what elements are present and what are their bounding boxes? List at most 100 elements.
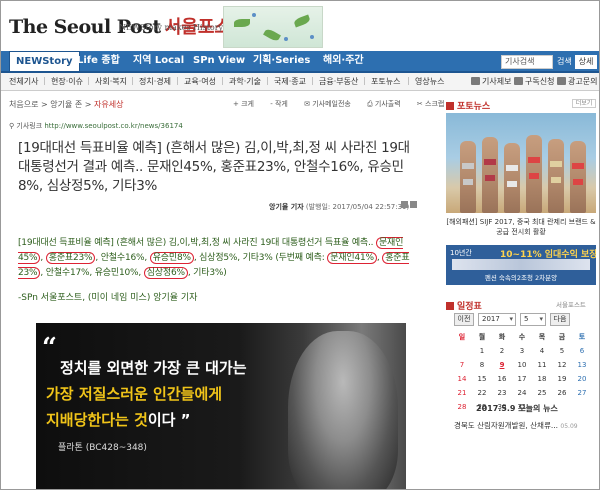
print-article-button[interactable]: ⎙ 기사출력: [367, 100, 408, 108]
calendar-day[interactable]: 1: [472, 345, 492, 357]
subscribe-label: 구독신청: [525, 77, 555, 86]
photo-news-image[interactable]: [446, 113, 596, 213]
calendar-weekday: 금: [558, 333, 566, 341]
calendar-day[interactable]: 24: [512, 387, 532, 399]
calendar-day[interactable]: 2: [492, 345, 512, 357]
article-url[interactable]: http://www.seoulpost.co.kr/news/36174: [44, 122, 182, 130]
article-link-label: 기사링크: [16, 122, 43, 130]
second-moon: 문재인41%: [327, 252, 377, 264]
calendar-day[interactable]: 25: [532, 387, 552, 399]
byline-date: (발행일: 2017/05/04 22:57:39): [305, 203, 410, 211]
calendar-source[interactable]: 서울포스트: [556, 299, 586, 309]
subnav-item[interactable]: 교육·여성: [184, 76, 216, 87]
nav-item-local[interactable]: 지역 Local: [133, 51, 184, 71]
calendar-day[interactable]: 8: [472, 359, 492, 371]
model-figure: [526, 135, 542, 213]
sidebar-ad[interactable]: 10년간 10~11% 임대수익 보장 펜션 숙속의2조청 2차분양: [446, 245, 596, 285]
subscribe-link[interactable]: 구독신청: [514, 76, 554, 87]
subnav-item[interactable]: 사회·복지: [95, 76, 127, 87]
breadcrumb-category[interactable]: 자유세상: [94, 100, 123, 109]
banner-dot-icon: [252, 13, 256, 17]
nav-item-overseas[interactable]: 해외·주간: [323, 51, 364, 71]
photo-caption[interactable]: [해외패션] SIJF 2017, 중국 최대 란제리 브랜드 & 공급 전시회…: [446, 217, 596, 237]
calendar-day[interactable]: 16: [492, 373, 512, 385]
share-icon[interactable]: [401, 201, 408, 208]
header-banner[interactable]: [223, 6, 323, 48]
search-button[interactable]: 검색: [557, 55, 572, 69]
calendar-day[interactable]: 3: [512, 345, 532, 357]
main-nav: NEWStory Life 종합 지역 Local SPn View 기획·Se…: [1, 51, 599, 73]
calendar-day[interactable]: 10: [512, 359, 532, 371]
calendar-day[interactable]: 5: [552, 345, 572, 357]
calendar-next-button[interactable]: 다음: [550, 313, 570, 326]
photo-news-heading: 포토뉴스: [446, 99, 490, 112]
month-select[interactable]: 5: [520, 313, 546, 326]
first-sim: 심상정5%: [199, 253, 238, 263]
calendar-day[interactable]: 21: [452, 387, 472, 399]
subnav-item[interactable]: 전체기사: [9, 76, 38, 87]
calendar-weekday-row: 일월화수목금토: [452, 331, 592, 345]
breadcrumb-home[interactable]: 처음으로: [9, 100, 38, 109]
calendar-weekday: 화: [498, 333, 506, 341]
subnav-divider: |: [266, 76, 269, 85]
calendar-day[interactable]: 26: [552, 387, 572, 399]
font-smaller-label: 작게: [274, 100, 288, 108]
nav-item-spn-view[interactable]: SPn View: [193, 51, 245, 71]
nav-item-series[interactable]: 기획·Series: [253, 51, 310, 71]
breadcrumb-section[interactable]: 앙기율 존: [50, 100, 82, 109]
calendar-day[interactable]: 19: [552, 373, 572, 385]
share-icon[interactable]: [410, 201, 417, 208]
email-article-button[interactable]: ✉ 기사메일전송: [304, 100, 358, 108]
calendar-day[interactable]: 18: [532, 373, 552, 385]
calendar-day[interactable]: 4: [532, 345, 552, 357]
subnav-item[interactable]: 과학·기술: [229, 76, 261, 87]
subnav-item[interactable]: 포토뉴스: [371, 76, 400, 87]
subnav-item[interactable]: 정치·경제: [139, 76, 171, 87]
calendar-day[interactable]: 11: [532, 359, 552, 371]
calendar-day[interactable]: 9: [492, 359, 512, 371]
subnav-item[interactable]: 금융·부동산: [319, 76, 358, 87]
open-quote-icon: “: [42, 333, 57, 363]
calendar-day[interactable]: 14: [452, 373, 472, 385]
calendar-day[interactable]: 12: [552, 359, 572, 371]
calendar-day[interactable]: 6: [572, 345, 592, 357]
calendar-prev-button[interactable]: 이전: [454, 313, 474, 326]
page: The Seoul Post 서울포스트 NEWStory makes Histo…: [0, 0, 600, 490]
detail-search-button[interactable]: 상세: [575, 55, 597, 69]
tip-off-label: 기사제보: [482, 77, 512, 86]
calendar-day[interactable]: 7: [452, 359, 472, 371]
today-news-item[interactable]: 경북도 산림자원개발원, 산채류... 05.09: [454, 420, 596, 431]
calendar-day[interactable]: 27: [572, 387, 592, 399]
body-intro: [19대대선 득표비율 예측] (흔해서 많은) 김,이,박,최,정 씨 사라진…: [18, 238, 376, 248]
article-body: [19대대선 득표비율 예측] (흔해서 많은) 김,이,박,최,정 씨 사라진…: [18, 237, 410, 279]
nav-item-newstory[interactable]: NEWStory: [9, 51, 80, 71]
calendar-day[interactable]: 22: [472, 387, 492, 399]
site-header: The Seoul Post 서울포스트 NEWStory makes Histo…: [1, 1, 599, 51]
photo-more-button[interactable]: 더보기: [572, 99, 596, 108]
subnav-item[interactable]: 영상뉴스: [415, 76, 444, 87]
search-input[interactable]: 기사검색: [501, 55, 553, 69]
calendar-day[interactable]: 28: [452, 401, 472, 413]
font-smaller-button[interactable]: - 작게: [270, 100, 295, 108]
subnav-divider: |: [43, 76, 46, 85]
calendar-day[interactable]: 20: [572, 373, 592, 385]
nav-item-life[interactable]: Life 종합: [77, 51, 120, 71]
year-select[interactable]: 2017: [478, 313, 516, 326]
ad-inquiry-link[interactable]: 광고문의: [557, 76, 597, 87]
subnav-item[interactable]: 현장·이슈: [51, 76, 83, 87]
ad-building-image: [452, 259, 590, 270]
calendar-heading: 일정표: [446, 299, 482, 312]
tip-off-link[interactable]: 기사제보: [471, 76, 511, 87]
font-larger-button[interactable]: + 크게: [233, 100, 261, 108]
print-article-label: 기사출력: [374, 100, 401, 108]
calendar-day[interactable]: 15: [472, 373, 492, 385]
second-label: (두번째 예측:: [275, 253, 328, 263]
quote-line-3-end: 이다: [147, 411, 176, 429]
calendar-day[interactable]: 17: [512, 373, 532, 385]
byline-author[interactable]: 앙기율 기자: [269, 203, 304, 211]
subnav-item[interactable]: 국제·종교: [274, 76, 306, 87]
calendar-day[interactable]: 23: [492, 387, 512, 399]
model-figure: [570, 141, 586, 213]
subnav-divider: |: [407, 76, 410, 85]
calendar-day[interactable]: 13: [572, 359, 592, 371]
